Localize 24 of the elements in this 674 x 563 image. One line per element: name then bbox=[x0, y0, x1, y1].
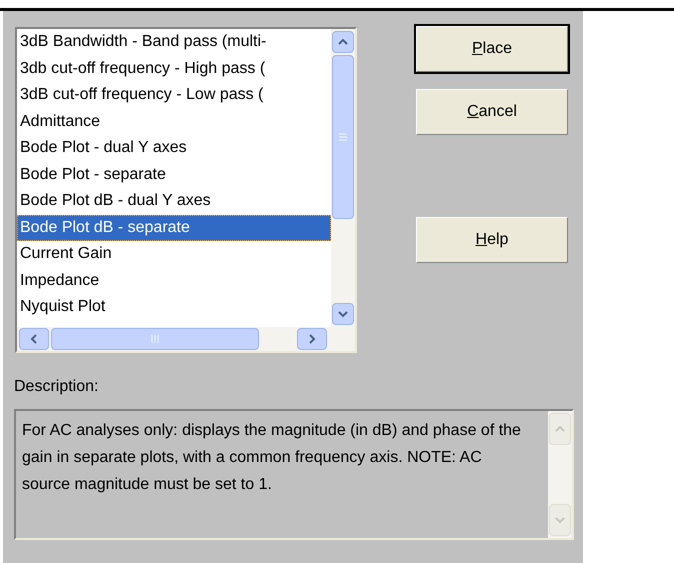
scroll-down-icon[interactable] bbox=[332, 303, 354, 325]
list-item[interactable]: 3db cut-off frequency - High pass ( bbox=[17, 56, 331, 82]
list-item[interactable]: Nyquist Plot bbox=[17, 294, 331, 320]
list-item[interactable]: Current Gain bbox=[17, 241, 331, 268]
scroll-thumb[interactable] bbox=[332, 55, 354, 219]
dialog-button[interactable]: Place bbox=[416, 26, 568, 72]
scroll-up-icon[interactable] bbox=[332, 31, 354, 53]
description-text: For AC analyses only: displays the magnitude (in dB) and phase of the gain in separate plots, with a common frequency axis. NOTE: AC source magnitude must be set to 1. bbox=[21, 421, 522, 495]
description-label: Description: bbox=[14, 377, 100, 397]
list-item[interactable]: Admittance bbox=[17, 108, 331, 135]
scroll-left-icon[interactable] bbox=[19, 328, 49, 350]
list-item[interactable]: Impedance bbox=[17, 268, 331, 294]
scroll-right-icon[interactable] bbox=[297, 328, 327, 350]
dialog-button[interactable]: Help bbox=[416, 217, 568, 263]
horizontal-scrollbar[interactable] bbox=[17, 327, 355, 351]
list-item[interactable]: Bode Plot - separate bbox=[17, 162, 331, 188]
vertical-scrollbar[interactable] bbox=[331, 29, 355, 327]
dialog-button[interactable]: Cancel bbox=[416, 89, 568, 135]
list-item[interactable]: 3dB Bandwidth - Band pass (multi- bbox=[17, 29, 331, 56]
list-item[interactable]: Bode Plot dB - separate bbox=[17, 214, 331, 241]
scroll-thumb[interactable] bbox=[51, 328, 259, 350]
list-item[interactable]: Bode Plot dB - dual Y axes bbox=[17, 188, 331, 214]
list-item[interactable]: 3dB cut-off frequency - Low pass ( bbox=[17, 82, 331, 108]
list-item[interactable]: Bode Plot - dual Y axes bbox=[17, 135, 331, 162]
